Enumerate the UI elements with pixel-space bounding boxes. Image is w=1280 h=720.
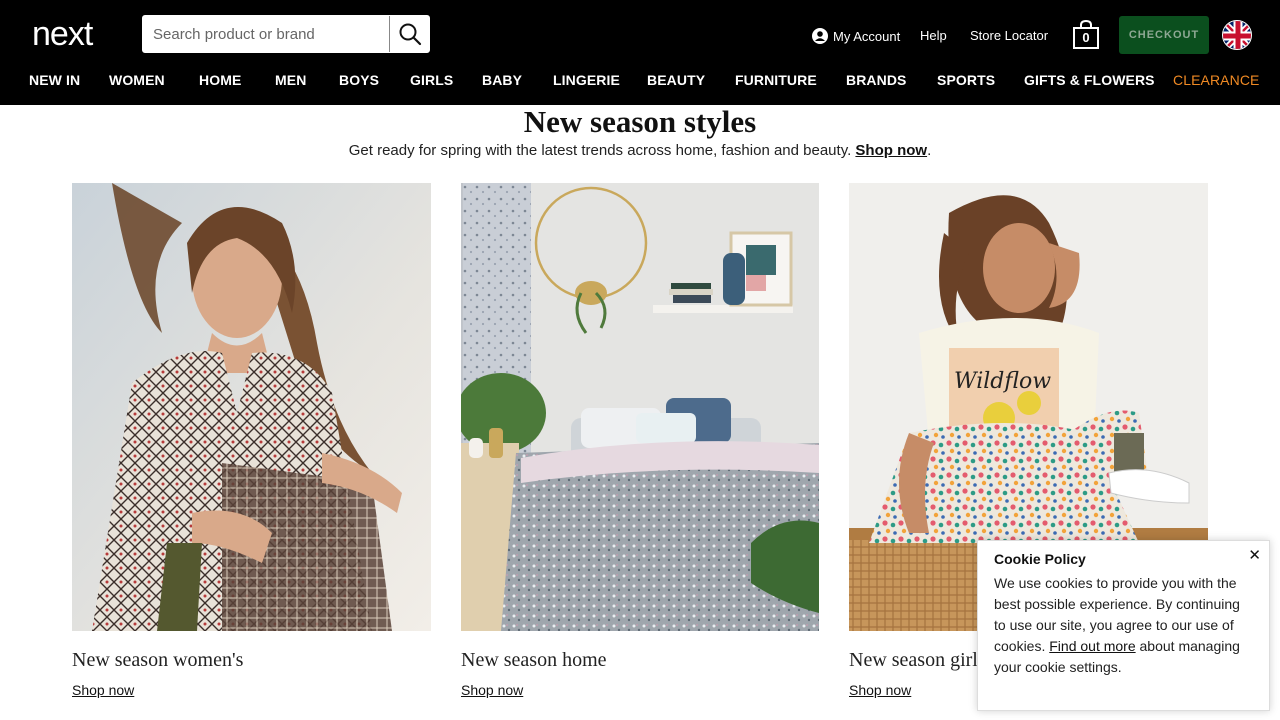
cookie-body: We use cookies to provide you with the b… — [994, 573, 1253, 678]
bag-count: 0 — [1082, 30, 1090, 45]
nav-brands[interactable]: BRANDS — [846, 72, 907, 88]
help-label: Help — [920, 28, 947, 43]
card-shop-now-girls[interactable]: Shop now — [849, 682, 911, 698]
nav-home[interactable]: HOME — [199, 72, 241, 88]
nav-gifts-flowers[interactable]: GIFTS & FLOWERS — [1024, 72, 1155, 88]
main-navigation: NEW IN WOMEN HOME MEN BOYS GIRLS BABY LI… — [0, 72, 1280, 96]
uk-flag-icon[interactable] — [1222, 20, 1252, 50]
card-caption-women: New season women's — [72, 649, 244, 671]
card-caption-home: New season home — [461, 649, 607, 671]
nav-furniture[interactable]: FURNITURE — [735, 72, 817, 88]
logo-text: next — [32, 17, 94, 51]
promo-card-women: New season women's Shop now — [72, 183, 431, 700]
search-box — [142, 15, 430, 53]
account-icon — [812, 28, 828, 44]
help-link[interactable]: Help — [920, 28, 947, 43]
search-button[interactable] — [389, 16, 429, 52]
woman-in-patterned-dress-image[interactable] — [72, 183, 431, 631]
site-header: next My Account Help Store Locator 0 CHE… — [0, 0, 1280, 105]
nav-clearance[interactable]: CLEARANCE — [1173, 72, 1259, 88]
nav-sports[interactable]: SPORTS — [937, 72, 995, 88]
page-heading: New season styles — [523, 104, 757, 139]
nav-boys[interactable]: BOYS — [339, 72, 379, 88]
store-locator-label: Store Locator — [970, 28, 1049, 43]
store-locator-link[interactable]: Store Locator — [970, 28, 1048, 43]
nav-girls[interactable]: GIRLS — [410, 72, 453, 88]
search-input[interactable] — [143, 16, 390, 52]
nav-new-in[interactable]: NEW IN — [29, 72, 80, 88]
nav-baby[interactable]: BABY — [482, 72, 522, 88]
next-logo[interactable]: next — [32, 17, 122, 51]
nav-lingerie[interactable]: LINGERIE — [553, 72, 620, 88]
subline-end: . — [927, 142, 932, 159]
bedroom-with-grey-bedding-image[interactable] — [461, 183, 819, 631]
close-icon[interactable]: ✕ — [1248, 546, 1261, 564]
svg-text:Wildflow: Wildflow — [954, 369, 1051, 394]
card-shop-now-home[interactable]: Shop now — [461, 682, 523, 698]
nav-beauty[interactable]: BEAUTY — [647, 72, 705, 88]
promo-card-home: New season home Shop now — [461, 183, 819, 700]
page-subline: Get ready for spring with the latest tre… — [0, 142, 1280, 159]
cookie-policy-popup: ✕ Cookie Policy We use cookies to provid… — [977, 540, 1270, 711]
subline-text: Get ready for spring with the latest tre… — [348, 142, 852, 159]
subline-shop-now-link[interactable]: Shop now — [855, 142, 927, 159]
search-icon — [399, 23, 421, 46]
my-account-link[interactable]: My Account — [812, 28, 900, 44]
nav-men[interactable]: MEN — [275, 72, 306, 88]
my-account-label: My Account — [833, 28, 901, 44]
cookie-find-out-more-link[interactable]: Find out more — [1049, 638, 1135, 654]
checkout-button[interactable]: CHECKOUT — [1119, 16, 1209, 54]
nav-women[interactable]: WOMEN — [109, 72, 165, 88]
card-shop-now-women[interactable]: Shop now — [72, 682, 134, 698]
shopping-bag-button[interactable]: 0 — [1072, 19, 1100, 50]
cookie-title: Cookie Policy — [994, 551, 1086, 567]
